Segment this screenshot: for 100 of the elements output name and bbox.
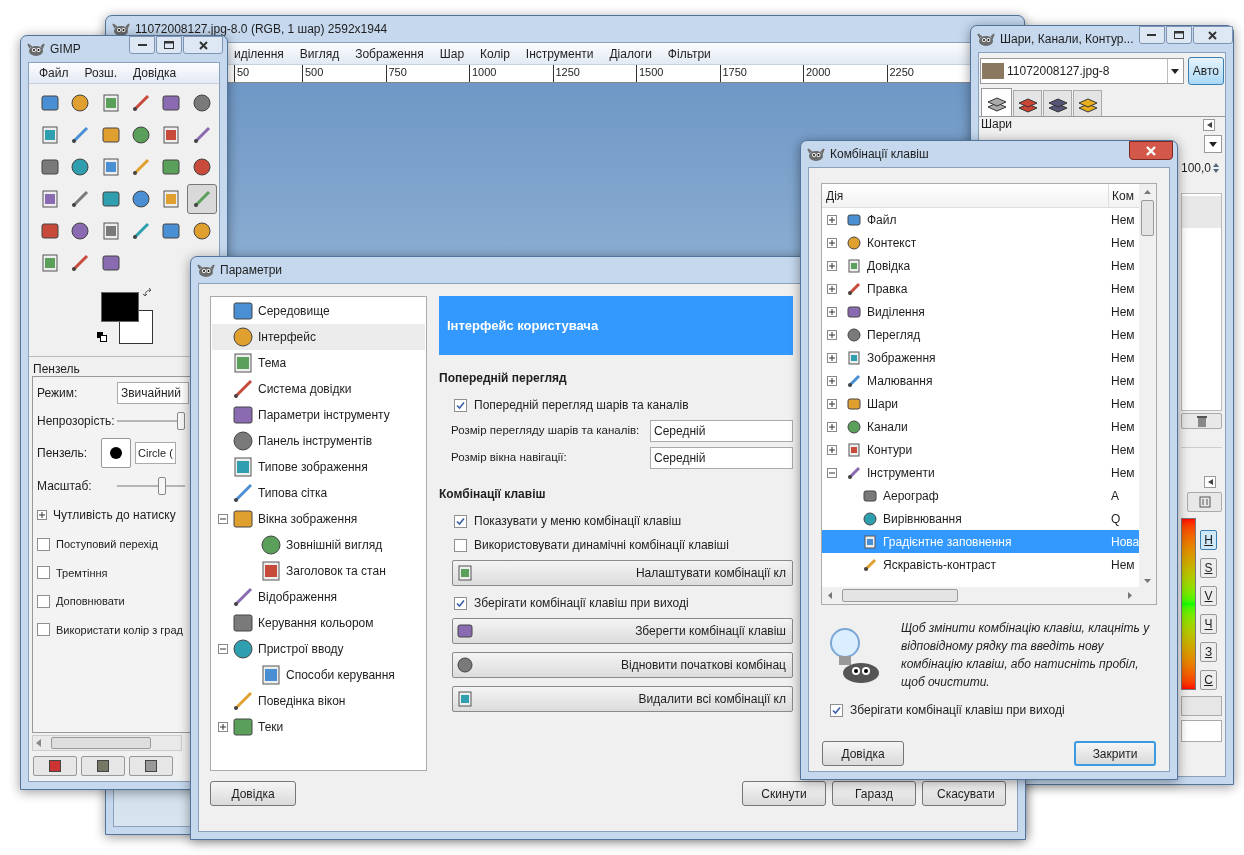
expander-icon[interactable] xyxy=(827,283,837,294)
close-button[interactable] xyxy=(1192,26,1233,44)
tree-row[interactable]: Виділення Нем xyxy=(822,300,1139,323)
maximize-button[interactable] xyxy=(1165,26,1192,44)
panel-tab[interactable] xyxy=(981,88,1012,116)
expander-icon[interactable] xyxy=(218,644,228,654)
channel-toggle[interactable]: H xyxy=(1200,530,1217,550)
tree-row[interactable]: Малювання Нем xyxy=(822,369,1139,392)
tree-item[interactable]: Теки xyxy=(212,714,425,740)
menu-item[interactable]: Колір xyxy=(480,44,510,63)
tree-item[interactable]: Система довідки xyxy=(212,376,425,402)
slider-thumb[interactable] xyxy=(157,477,166,495)
tree-row[interactable]: Аерограф A xyxy=(822,484,1139,507)
mode-dropdown[interactable] xyxy=(1204,135,1222,153)
menu-item[interactable]: Вигляд xyxy=(299,44,340,63)
panel-tab[interactable] xyxy=(1013,90,1042,116)
expander-icon[interactable] xyxy=(37,510,47,520)
channel-toggle[interactable]: С xyxy=(1200,670,1217,690)
foreground-color-swatch[interactable] xyxy=(101,292,139,322)
ok-button[interactable]: Гаразд xyxy=(832,781,916,806)
tree-item[interactable]: Інтерфейс xyxy=(212,324,425,350)
expander-icon[interactable] xyxy=(827,352,837,363)
tree-item[interactable]: Заголовок та стан xyxy=(212,558,425,584)
expander-icon[interactable] xyxy=(827,329,837,340)
mode-dropdown[interactable]: Звичайний xyxy=(117,382,189,404)
channel-toggle[interactable]: З xyxy=(1200,642,1217,662)
action-button[interactable]: Налаштувати комбінації кл xyxy=(452,560,793,586)
minimize-button[interactable] xyxy=(1138,26,1165,44)
tree-row[interactable]: Перегляд Нем xyxy=(822,323,1139,346)
checkbox[interactable] xyxy=(37,566,50,580)
delete-layer-button[interactable] xyxy=(1181,413,1222,429)
panel-button[interactable] xyxy=(33,756,77,776)
tree-row[interactable]: Канали Нем xyxy=(822,415,1139,438)
horizontal-scrollbar[interactable] xyxy=(32,735,182,751)
expander-icon[interactable] xyxy=(827,214,837,225)
tree-item[interactable]: Вікна зображення xyxy=(212,506,425,532)
menu-item[interactable]: Розш. xyxy=(84,64,117,82)
close-dialog-button[interactable]: Закрити xyxy=(1074,741,1156,766)
brush-name-field[interactable]: Circle ( xyxy=(135,442,176,464)
column-header[interactable]: Ком xyxy=(1109,184,1139,207)
tree-item[interactable]: Типове зображення xyxy=(212,454,425,480)
channel-toggle[interactable]: S xyxy=(1200,558,1217,578)
checkbox[interactable] xyxy=(37,623,50,637)
tree-item[interactable]: Керування кольором xyxy=(212,610,425,636)
panel-button[interactable] xyxy=(81,756,125,776)
minimize-button[interactable] xyxy=(129,36,155,54)
close-button[interactable] xyxy=(1129,141,1173,160)
action-button[interactable]: Відновити початкові комбінац xyxy=(452,652,793,678)
expander-icon[interactable] xyxy=(827,306,837,317)
hex-field[interactable] xyxy=(1181,720,1222,742)
image-dropdown[interactable]: 11072008127.jpg-8 xyxy=(980,58,1184,84)
expander-icon[interactable] xyxy=(218,514,228,524)
panel-button[interactable] xyxy=(129,756,173,776)
close-button[interactable] xyxy=(183,36,223,54)
tree-item[interactable]: Зовнішній вигляд xyxy=(212,532,425,558)
panel-tab[interactable] xyxy=(1073,90,1102,116)
vertical-scrollbar[interactable] xyxy=(1139,184,1156,587)
checkbox[interactable] xyxy=(454,514,467,528)
tree-row[interactable]: Контури Нем xyxy=(822,438,1139,461)
checkbox[interactable] xyxy=(454,398,467,412)
cancel-button[interactable]: Скасувати xyxy=(922,781,1006,806)
scrollbar-thumb[interactable] xyxy=(842,589,958,602)
channel-toggle[interactable]: V xyxy=(1200,586,1217,606)
menu-item[interactable]: Діалоги xyxy=(609,44,652,63)
expander-icon[interactable] xyxy=(827,467,837,478)
tree-row[interactable]: Правка Нем xyxy=(822,277,1139,300)
brush-preview[interactable] xyxy=(101,438,131,468)
checkbox[interactable] xyxy=(454,596,467,610)
hue-spectrum[interactable] xyxy=(1181,518,1196,690)
menu-item[interactable]: Файл xyxy=(39,64,69,82)
expander-icon[interactable] xyxy=(827,375,837,386)
menu-item[interactable]: Фільтри xyxy=(667,44,711,63)
help-button[interactable]: Довідка xyxy=(822,741,904,766)
expander-icon[interactable] xyxy=(827,237,837,248)
tree-row[interactable]: Шари Нем xyxy=(822,392,1139,415)
expander-icon[interactable] xyxy=(827,444,837,455)
tree-item[interactable]: Поведінка вікон xyxy=(212,688,425,714)
checkbox[interactable] xyxy=(830,703,843,717)
expander-icon[interactable] xyxy=(827,260,837,271)
help-button[interactable]: Довідка xyxy=(210,781,296,806)
menu-item[interactable]: Інструменти xyxy=(525,44,594,63)
tree-item[interactable]: Пристрої вводу xyxy=(212,636,425,662)
tree-item[interactable]: Способи керування xyxy=(212,662,425,688)
tree-item[interactable]: Параметри інструменту xyxy=(212,402,425,428)
expander-icon[interactable] xyxy=(827,421,837,432)
checkbox[interactable] xyxy=(454,538,467,552)
size-dropdown[interactable]: Середній xyxy=(650,419,793,442)
menu-item[interactable]: Довідка xyxy=(133,64,177,82)
expander-icon[interactable] xyxy=(827,398,837,409)
channel-toggle[interactable]: Ч xyxy=(1200,614,1217,634)
tree-row[interactable]: Яскравість-контраст Нем xyxy=(822,553,1139,576)
tree-row[interactable]: Зображення Нем xyxy=(822,346,1139,369)
color-button[interactable] xyxy=(1181,696,1222,716)
menu-item[interactable]: Зображення xyxy=(355,44,424,63)
scrollbar-thumb[interactable] xyxy=(51,737,151,749)
expander-icon[interactable] xyxy=(218,722,228,732)
action-button[interactable]: Видалити всі комбінації кл xyxy=(452,686,793,712)
tree-row[interactable]: Контекст Нем xyxy=(822,231,1139,254)
tree-item[interactable]: Середовище xyxy=(212,298,425,324)
reset-button[interactable]: Скинути xyxy=(742,781,826,806)
